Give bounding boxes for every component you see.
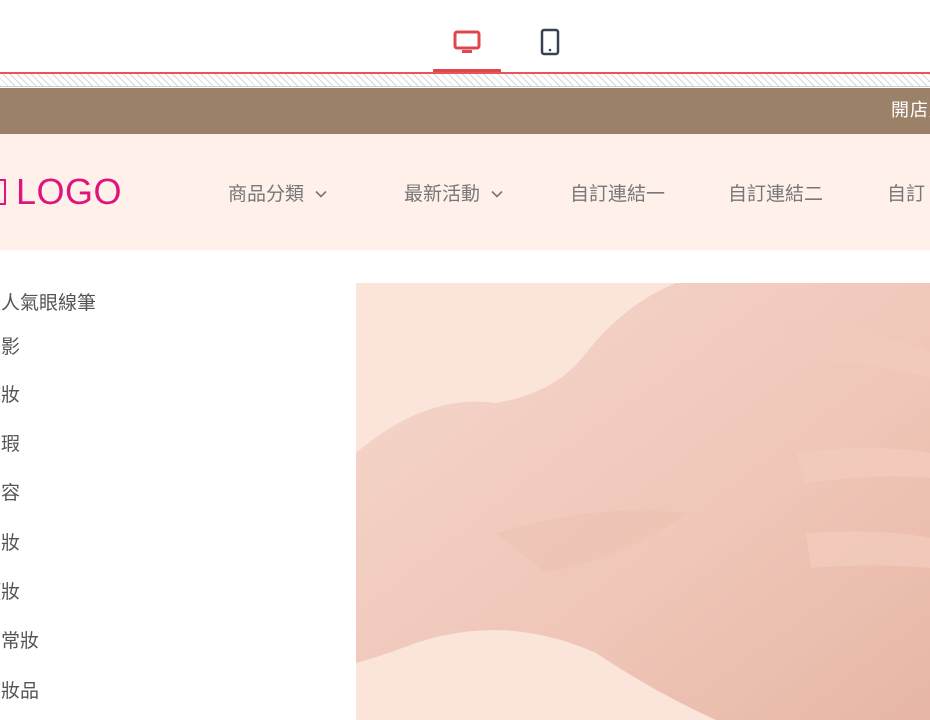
announcement-text: 開店慶: [891, 100, 930, 121]
chevron-down-icon: [315, 190, 327, 198]
desktop-icon: [453, 30, 481, 53]
nav-item-label: 自訂連結二: [728, 183, 824, 205]
nav-item-latest-events[interactable]: 最新活動: [404, 180, 504, 208]
nav-item-label: 最新活動: [404, 183, 481, 205]
category-item[interactable]: 眼影: [0, 332, 20, 362]
nav-item-product-categories[interactable]: 商品分類: [228, 180, 328, 208]
device-switcher-bar: [0, 0, 930, 76]
category-item[interactable]: 修容: [0, 478, 20, 508]
nav-item-custom-link-2[interactable]: 自訂連結二: [728, 180, 823, 208]
hero-hand-image: [356, 283, 930, 720]
nav-item-custom-link-3[interactable]: 自訂: [887, 180, 925, 208]
logo-text: LOGO: [16, 171, 123, 212]
preview-hatch-strip: [0, 74, 930, 87]
chevron-down-icon: [491, 190, 503, 198]
announcement-bar: 開店慶: [0, 88, 930, 134]
mobile-view-button[interactable]: [528, 22, 572, 62]
logo-image-icon: [0, 179, 6, 205]
nav-item-custom-link-1[interactable]: 自訂連結一: [570, 180, 665, 208]
nav-item-label: 自訂連結一: [570, 183, 666, 205]
category-item[interactable]: 底妝: [0, 380, 20, 410]
hero-banner[interactable]: [356, 283, 930, 720]
category-item[interactable]: 眉妝: [0, 528, 20, 558]
site-header: LOGO 商品分類 最新活動 自訂連結一 自訂連結二 自訂: [0, 134, 930, 250]
site-logo[interactable]: LOGO: [0, 171, 123, 212]
desktop-view-button[interactable]: [445, 22, 489, 62]
category-item[interactable]: 定妝品: [0, 676, 39, 706]
category-item[interactable]: 超人氣眼線筆: [0, 288, 96, 318]
mobile-icon: [540, 28, 560, 56]
category-item[interactable]: 頰妝: [0, 577, 20, 607]
nav-item-label: 商品分類: [228, 183, 305, 205]
category-item[interactable]: 遮瑕: [0, 429, 20, 459]
category-item[interactable]: 日常妝: [0, 626, 39, 656]
nav-item-label: 自訂: [887, 183, 926, 205]
